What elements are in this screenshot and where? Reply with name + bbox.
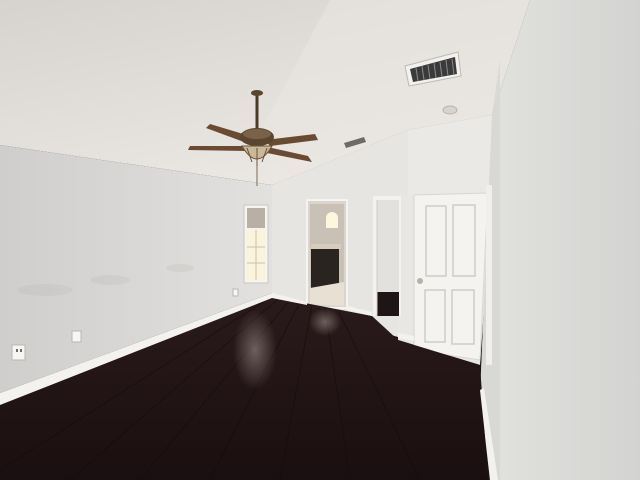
- door-knob[interactable]: [417, 278, 423, 284]
- window: [243, 204, 269, 284]
- smoke-detector: [442, 105, 458, 115]
- floor-light-reflection-2: [309, 308, 341, 336]
- wall-outlet-2: [71, 330, 82, 343]
- wall-outlet-3: [232, 288, 239, 297]
- floor-light-reflection: [233, 310, 277, 390]
- room-photo: [0, 0, 640, 480]
- panel-door[interactable]: [413, 192, 489, 361]
- bathroom-doorway: [306, 199, 348, 309]
- room-scene: [0, 0, 640, 480]
- door-frame-right: [486, 185, 492, 365]
- closet-doorway: [373, 196, 401, 316]
- wall-outlet: [11, 344, 26, 361]
